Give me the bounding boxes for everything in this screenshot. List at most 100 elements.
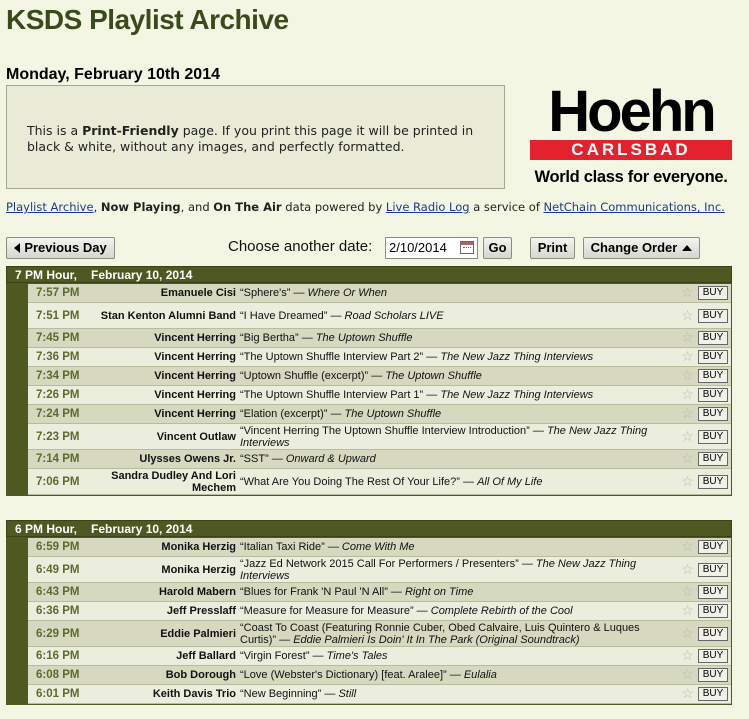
hour-label: 7 PM Hour, — [15, 268, 78, 282]
song-info: “Blues for Frank 'N Paul 'N All” — Right… — [240, 586, 474, 598]
song-title: “SST” — [240, 453, 269, 465]
favorite-star-icon[interactable]: ☆ — [680, 451, 695, 466]
play-time: 6:36 PM — [36, 605, 80, 617]
change-order-button[interactable]: Change Order — [583, 237, 700, 259]
buy-button[interactable]: BUY — [698, 474, 728, 489]
favorite-star-icon[interactable]: ☆ — [680, 667, 695, 682]
artist-name: Bob Dorough — [165, 669, 236, 681]
favorite-star-icon[interactable]: ☆ — [680, 406, 695, 421]
favorite-star-icon[interactable]: ☆ — [680, 561, 695, 577]
buy-button[interactable]: BUY — [698, 388, 728, 402]
artist-name: Vincent Herring — [154, 389, 236, 401]
buy-button[interactable]: BUY — [698, 331, 728, 345]
print-button[interactable]: Print — [530, 237, 575, 259]
song-info: “Elation (excerpt)” — The Uptown Shuffle — [240, 408, 442, 420]
change-order-label: Change Order — [590, 240, 678, 255]
song-info: “Big Bertha” — The Uptown Shuffle — [240, 332, 413, 344]
song-info: “Uptown Shuffle (excerpt)” — The Uptown … — [240, 370, 482, 382]
playlist-archive-link[interactable]: Playlist Archive — [6, 200, 94, 214]
hour-rows: 7:57 PM Emanuele Cisi “Sphere's” — Where O… — [6, 283, 732, 496]
calendar-icon[interactable] — [460, 241, 474, 254]
song-info: “Love (Webster's Dictionary) [feat. Aral… — [240, 669, 497, 681]
play-time: 7:24 PM — [36, 408, 80, 420]
favorite-star-icon[interactable]: ☆ — [680, 349, 695, 364]
song-info: “Measure for Measure for Measure” — Comp… — [240, 605, 573, 617]
buy-button[interactable]: BUY — [698, 585, 728, 599]
album-title: Time's Tales — [326, 650, 388, 662]
song-info: “Vincent Herring The Uptown Shuffle Inte… — [240, 424, 648, 449]
live-radio-log-link[interactable]: Live Radio Log — [386, 200, 470, 214]
song-info: “New Beginning” — Still — [240, 688, 357, 700]
buy-button[interactable]: BUY — [698, 452, 728, 466]
playlist-row: 7:45 PM Vincent Herring “Big Bertha” — The… — [28, 329, 731, 348]
album-title: The Uptown Shuffle — [385, 370, 482, 382]
hour-header: 6 PM Hour, February 10, 2014 — [6, 520, 732, 537]
buy-button[interactable]: BUY — [698, 562, 728, 577]
buy-button[interactable]: BUY — [698, 350, 728, 364]
buy-button[interactable]: BUY — [698, 286, 728, 300]
song-title: “Jazz Ed Network 2015 Call For Performer… — [240, 557, 519, 570]
favorite-star-icon[interactable]: ☆ — [680, 603, 695, 618]
artist-name: Monika Herzig — [161, 541, 236, 553]
go-button[interactable]: Go — [483, 237, 512, 259]
favorite-star-icon[interactable]: ☆ — [680, 473, 695, 489]
hour-date: February 10, 2014 — [91, 268, 193, 282]
playlist-row: 6:36 PM Jeff Presslaff “Measure for Measur… — [28, 602, 731, 621]
playlist-row: 7:23 PM Vincent Outlaw “Vincent Herring Th… — [28, 424, 731, 450]
triangle-left-icon — [14, 242, 21, 253]
album-title: Complete Rebirth of the Cool — [430, 605, 573, 617]
buy-button[interactable]: BUY — [698, 668, 728, 682]
netchain-link[interactable]: NetChain Communications, Inc. — [544, 200, 725, 214]
hour-block-6pm: 6 PM Hour, February 10, 2014 6:59 PM Monik… — [6, 520, 732, 705]
buy-button[interactable]: BUY — [698, 308, 728, 323]
song-info: “Virgin Forest” — Time's Tales — [240, 650, 388, 662]
favorite-star-icon[interactable]: ☆ — [680, 539, 695, 554]
album-title: The New Jazz Thing Interviews — [440, 389, 594, 401]
album-title: The New Jazz Thing Interviews — [440, 351, 594, 363]
buy-button[interactable]: BUY — [698, 429, 728, 444]
buy-button[interactable]: BUY — [698, 540, 728, 554]
playlist-row: 6:01 PM Keith Davis Trio “New Beginning” —… — [28, 685, 731, 704]
favorite-star-icon[interactable]: ☆ — [680, 387, 695, 402]
hoehn-ad-banner[interactable]: Hoehn CARLSBAD World class for everyone. — [518, 83, 744, 190]
buy-button[interactable]: BUY — [698, 649, 728, 663]
album-title: Eddie Palmieri Is Doin' It In The Park (… — [293, 633, 580, 646]
buy-button[interactable]: BUY — [698, 407, 728, 421]
credits-service-of: a service of — [469, 200, 544, 214]
buy-button[interactable]: BUY — [698, 626, 728, 641]
play-time: 7:36 PM — [36, 351, 80, 363]
favorite-star-icon[interactable]: ☆ — [680, 307, 695, 323]
favorite-star-icon[interactable]: ☆ — [680, 648, 695, 663]
playlist-row: 6:59 PM Monika Herzig “Italian Taxi Ride” … — [28, 538, 731, 557]
hour-block-7pm: 7 PM Hour, February 10, 2014 7:57 PM Emanu… — [6, 266, 732, 496]
song-title: “Vincent Herring The Uptown Shuffle Inte… — [240, 424, 530, 437]
favorite-star-icon[interactable]: ☆ — [680, 686, 695, 701]
play-time: 6:01 PM — [36, 688, 80, 700]
song-info: “Coast To Coast (Featuring Ronnie Cuber,… — [240, 621, 640, 646]
album-title: The Uptown Shuffle — [344, 408, 442, 420]
artist-name: Harold Mabern — [158, 586, 236, 598]
favorite-star-icon[interactable]: ☆ — [680, 285, 695, 300]
previous-day-button[interactable]: Previous Day — [6, 237, 115, 259]
buy-button[interactable]: BUY — [698, 369, 728, 383]
buy-button[interactable]: BUY — [698, 687, 728, 701]
favorite-star-icon[interactable]: ☆ — [680, 428, 695, 444]
hour-rows: 6:59 PM Monika Herzig “Italian Taxi Ride” … — [6, 537, 732, 705]
play-time: 6:08 PM — [36, 669, 80, 681]
hoehn-tagline: World class for everyone. — [534, 168, 728, 186]
now-playing-label: Now Playing — [100, 200, 181, 214]
album-title: Where Or When — [307, 287, 387, 299]
favorite-star-icon[interactable]: ☆ — [680, 584, 695, 599]
song-title: “Blues for Frank 'N Paul 'N All” — [240, 586, 388, 598]
song-title: “The Uptown Shuffle Interview Part 2” — [240, 351, 424, 363]
artist-name: Keith Davis Trio — [152, 688, 236, 700]
on-the-air-label: On The Air — [213, 200, 282, 214]
favorite-star-icon[interactable]: ☆ — [680, 330, 695, 345]
hour-header: 7 PM Hour, February 10, 2014 — [6, 266, 732, 283]
credits-powered-by: data powered by — [281, 200, 386, 214]
hoehn-location-bar: CARLSBAD — [530, 140, 732, 160]
buy-button[interactable]: BUY — [698, 604, 728, 618]
artist-name: Stan Kenton Alumni Band — [100, 309, 236, 322]
favorite-star-icon[interactable]: ☆ — [680, 625, 695, 641]
favorite-star-icon[interactable]: ☆ — [680, 368, 695, 383]
